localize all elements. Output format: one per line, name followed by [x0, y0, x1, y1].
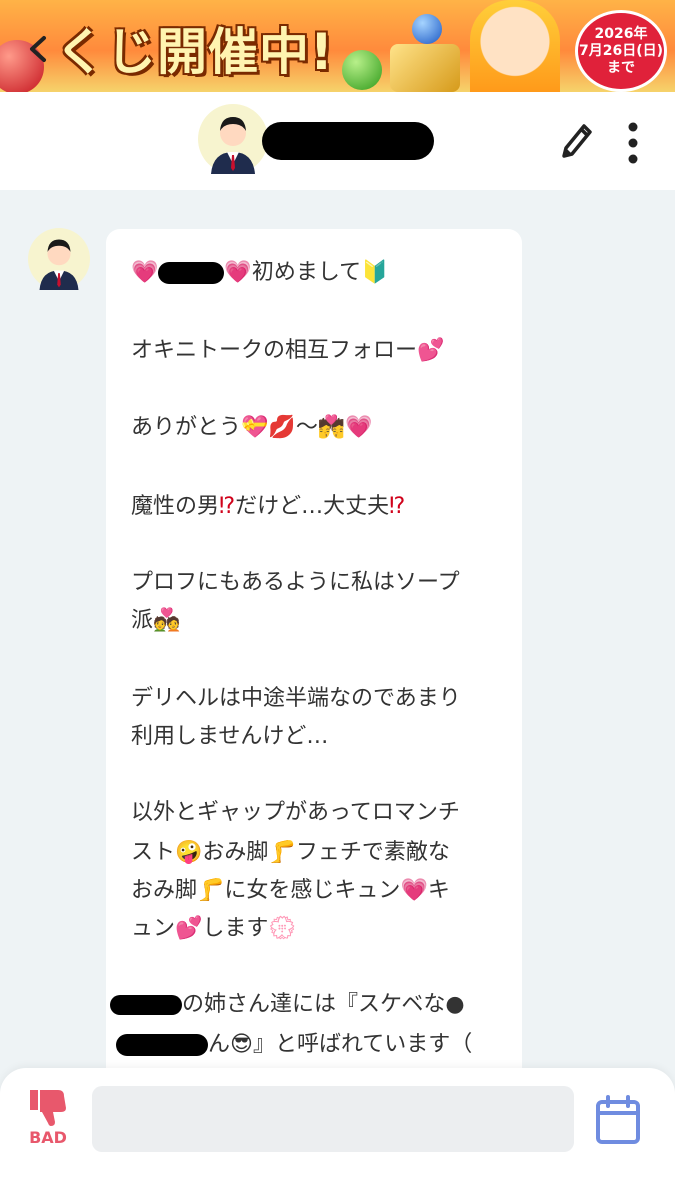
- calendar-button[interactable]: [594, 1094, 642, 1146]
- sender-avatar[interactable]: [28, 228, 90, 290]
- message-line: ん😎』と呼ばれています（: [116, 1030, 472, 1060]
- banner-date-badge: 2026年 7月26日(日) まで: [575, 10, 667, 92]
- heart-icon: 💗: [400, 878, 428, 903]
- message-line: デリヘルは中途半端なのであまり: [131, 686, 461, 711]
- badge-date: 7月26日(日): [578, 42, 664, 59]
- sunglasses-face-icon: 😎: [230, 1032, 253, 1057]
- redacted-text: [110, 995, 182, 1015]
- two-hearts-icon: 💕: [417, 338, 445, 363]
- heart-ribbon-icon: 💝: [241, 415, 269, 440]
- kiss-mark-icon: 💋: [268, 415, 296, 440]
- message-line: 魔性の男⁉だけど…大丈夫⁉: [131, 492, 405, 522]
- ball-decoration-green: [342, 50, 382, 90]
- heart-icon: 💗: [224, 260, 252, 285]
- message-line: 以外とギャップがあってロマンチ: [131, 800, 460, 825]
- badge-suffix: まで: [607, 59, 635, 76]
- message-line: オキニトークの相互フォロー💕: [131, 336, 444, 366]
- bad-label: BAD: [29, 1128, 67, 1147]
- message-line: 利用しませんけど…: [131, 724, 329, 749]
- redacted-text: [116, 1034, 208, 1056]
- banner-title: くじ開催中!: [55, 23, 334, 81]
- flower-icon: 💮: [268, 916, 296, 941]
- zany-face-icon: 🤪: [175, 840, 203, 865]
- user-avatar-icon: [198, 104, 268, 174]
- calendar-icon: [596, 1095, 640, 1144]
- leg-icon: 🦵: [268, 840, 296, 865]
- couple-kiss-icon: 💏: [317, 415, 346, 440]
- more-vertical-icon: [628, 122, 638, 164]
- message-line: の姉さん達には『スケベな●: [110, 990, 465, 1020]
- redacted-username: [262, 122, 434, 160]
- thumbs-down-icon: [30, 1090, 66, 1126]
- sparkling-heart-icon: 💗: [345, 415, 373, 440]
- heart-icon: 💗: [131, 260, 159, 285]
- beginner-mark-icon: 🔰: [361, 260, 389, 285]
- message-line: 派💑: [131, 606, 180, 636]
- badge-year: 2026年: [594, 25, 648, 42]
- edit-button[interactable]: [556, 118, 594, 164]
- exclamation-question-icon: ⁉: [219, 494, 236, 519]
- promo-banner[interactable]: くじ開催中! 2026年 7月26日(日) まで: [0, 0, 675, 92]
- pencil-icon: [562, 124, 592, 158]
- leg-icon: 🦵: [197, 878, 225, 903]
- message-line: 💗 💗初めまして🔰: [131, 258, 389, 288]
- two-hearts-icon: 💕: [175, 916, 203, 941]
- message-line: プロフにもあるように私はソープ: [131, 570, 460, 595]
- redacted-name: [158, 262, 225, 284]
- character-illustration: [470, 0, 560, 92]
- couple-heart-icon: 💑: [153, 608, 181, 633]
- message-line: スト🤪おみ脚🦵フェチで素敵な: [131, 838, 450, 868]
- ball-decoration-blue: [412, 14, 442, 44]
- message-line: ュン💕します💮: [131, 914, 296, 944]
- message-input[interactable]: [92, 1086, 574, 1152]
- message-line: おみ脚🦵に女を感じキュン💗キ: [131, 876, 450, 906]
- exclamation-question-icon: ⁉: [389, 494, 406, 519]
- message-line: ありがとう💝💋〜💏💗: [131, 413, 373, 443]
- bad-button[interactable]: BAD: [24, 1084, 72, 1148]
- more-options-button[interactable]: [622, 120, 644, 166]
- header-avatar[interactable]: [198, 104, 268, 174]
- chevron-left-icon: [30, 36, 46, 62]
- user-avatar-icon: [28, 228, 90, 290]
- back-button[interactable]: [22, 32, 56, 66]
- ball-decoration-gold: [390, 44, 460, 92]
